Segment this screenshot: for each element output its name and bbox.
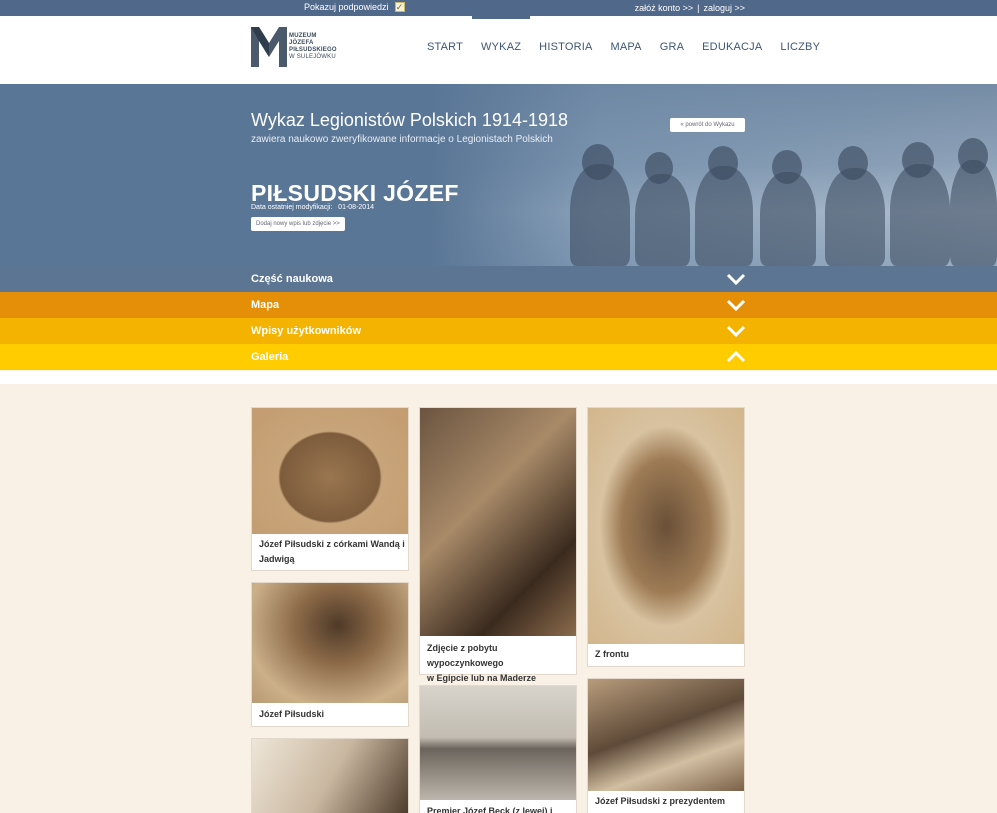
caption-line: Jadwigą — [259, 554, 295, 564]
logo-line-3: PIŁSUDSKIEGO — [289, 47, 337, 53]
modified-info: Data ostatniej modyfikacji: 01-08-2014 — [251, 204, 374, 211]
photo-figure — [760, 172, 816, 266]
site-header: MUZEUM JÓZEFA PIŁSUDSKIEGO W SULEJÓWKU S… — [0, 16, 997, 84]
caption-line: Zdjęcie z pobytu wypoczynkowego — [427, 643, 504, 668]
gallery-card[interactable]: Z frontu — [587, 407, 745, 667]
photo-head — [772, 150, 802, 184]
page-subtitle: zawiera naukowo zweryfikowane informacje… — [251, 134, 553, 145]
caption-line: Premier Józef Beck (z lewej) i — [427, 806, 553, 813]
caption-line: w Egipcie lub na Maderze — [427, 673, 537, 683]
hints-toggle[interactable]: Pokazuj podpowiedzi ✓ — [304, 2, 405, 12]
gallery-card[interactable]: Zdjęcie z pobytu wypoczynkowego w Egipci… — [419, 407, 577, 683]
gallery-caption: Premier Józef Beck (z lewej) i — [427, 804, 553, 813]
section-divider — [0, 371, 997, 384]
gallery-photo — [420, 408, 576, 636]
section-map[interactable]: Mapa — [0, 292, 997, 318]
photo-head — [645, 152, 673, 184]
top-bar: Pokazuj podpowiedzi ✓ załóż konto >> | z… — [0, 0, 997, 16]
logo-line-2: JÓZEFA — [289, 40, 314, 46]
chevron-down-icon — [726, 299, 746, 312]
gallery-photo — [588, 408, 744, 644]
person-name: PIŁSUDSKI JÓZEF — [251, 180, 459, 206]
gallery-photo — [420, 686, 576, 800]
section-user-entries-label: Wpisy użytkowników — [251, 325, 362, 337]
page-title: Wykaz Legionistów Polskich 1914-1918 — [251, 110, 569, 130]
photo-head — [902, 142, 934, 178]
modified-date: 01-08-2014 — [338, 204, 374, 211]
chevron-up-icon — [726, 350, 746, 363]
photo-head — [958, 138, 988, 174]
chevron-down-icon — [726, 325, 746, 338]
caption-line: Józef Piłsudski — [259, 709, 325, 719]
nav-liczby[interactable]: LICZBY — [771, 16, 829, 84]
gallery-photo — [252, 408, 408, 534]
photo-head — [708, 146, 738, 180]
gallery-caption: Józef Piłsudski z prezydentem — [595, 794, 725, 809]
modified-label: Data ostatniej modyfikacji: — [251, 204, 333, 211]
logo-text: MUZEUM JÓZEFA PIŁSUDSKIEGO W SULEJÓWKU — [289, 33, 337, 61]
back-to-list-button[interactable]: « powrót do Wykazu — [670, 118, 745, 132]
photo-figure — [890, 164, 950, 266]
caption-line: Józef Piłsudski z córkami Wandą i — [259, 539, 405, 549]
nav-start[interactable]: START — [418, 16, 472, 84]
section-scientific[interactable]: Część naukowa — [0, 266, 997, 292]
gallery-card[interactable] — [251, 738, 409, 813]
main-nav: START WYKAZ HISTORIA MAPA GRA EDUKACJA L… — [418, 16, 829, 84]
nav-mapa[interactable]: MAPA — [602, 16, 651, 84]
hints-checkbox[interactable]: ✓ — [394, 2, 405, 12]
gallery-photo — [252, 739, 408, 813]
gallery-card[interactable]: Józef Piłsudski z córkami Wandą i Jadwig… — [251, 407, 409, 571]
gallery-photo — [252, 583, 408, 703]
museum-logo[interactable]: MUZEUM JÓZEFA PIŁSUDSKIEGO W SULEJÓWKU — [251, 27, 337, 67]
photo-head — [838, 146, 868, 180]
section-map-label: Mapa — [251, 299, 280, 311]
photo-figure — [635, 174, 690, 266]
register-link[interactable]: załóż konto >> — [635, 3, 694, 13]
logo-line-1: MUZEUM — [289, 33, 317, 39]
section-scientific-label: Część naukowa — [251, 273, 333, 285]
caption-line: Józef Piłsudski z prezydentem — [595, 796, 726, 806]
gallery-photo — [588, 679, 744, 791]
photo-head — [582, 144, 614, 180]
caption-line: Z frontu — [595, 649, 629, 659]
section-gallery[interactable]: Galeria — [0, 344, 997, 370]
logo-line-4: W SULEJÓWKU — [289, 54, 336, 60]
section-gallery-label: Galeria — [251, 351, 289, 363]
nav-gra[interactable]: GRA — [651, 16, 693, 84]
gallery-caption: Z frontu — [595, 647, 629, 662]
nav-edukacja[interactable]: EDUKACJA — [693, 16, 771, 84]
gallery-card[interactable]: Józef Piłsudski z prezydentem — [587, 678, 745, 813]
photo-figure — [825, 168, 885, 266]
logo-m-icon — [251, 27, 287, 67]
chevron-down-icon — [726, 273, 746, 286]
photo-figure — [695, 166, 753, 266]
hints-label: Pokazuj podpowiedzi — [304, 2, 389, 12]
gallery-card[interactable]: Premier Józef Beck (z lewej) i — [419, 685, 577, 813]
nav-wykaz[interactable]: WYKAZ — [472, 16, 531, 84]
gallery-caption: Józef Piłsudski z córkami Wandą i Jadwig… — [259, 537, 405, 567]
login-link[interactable]: zaloguj >> — [703, 3, 745, 13]
section-user-entries[interactable]: Wpisy użytkowników — [0, 318, 997, 344]
gallery-caption: Józef Piłsudski — [259, 707, 324, 722]
gallery-caption: Zdjęcie z pobytu wypoczynkowego w Egipci… — [427, 641, 576, 686]
account-links: załóż konto >> | zaloguj >> — [635, 3, 745, 13]
nav-historia[interactable]: HISTORIA — [530, 16, 601, 84]
hero-banner: Wykaz Legionistów Polskich 1914-1918 zaw… — [0, 84, 997, 266]
account-separator: | — [697, 3, 700, 13]
photo-figure — [950, 160, 997, 266]
add-entry-button[interactable]: Dodaj nowy wpis lub zdjęcie >> — [251, 217, 345, 231]
gallery-card[interactable]: Józef Piłsudski — [251, 582, 409, 727]
